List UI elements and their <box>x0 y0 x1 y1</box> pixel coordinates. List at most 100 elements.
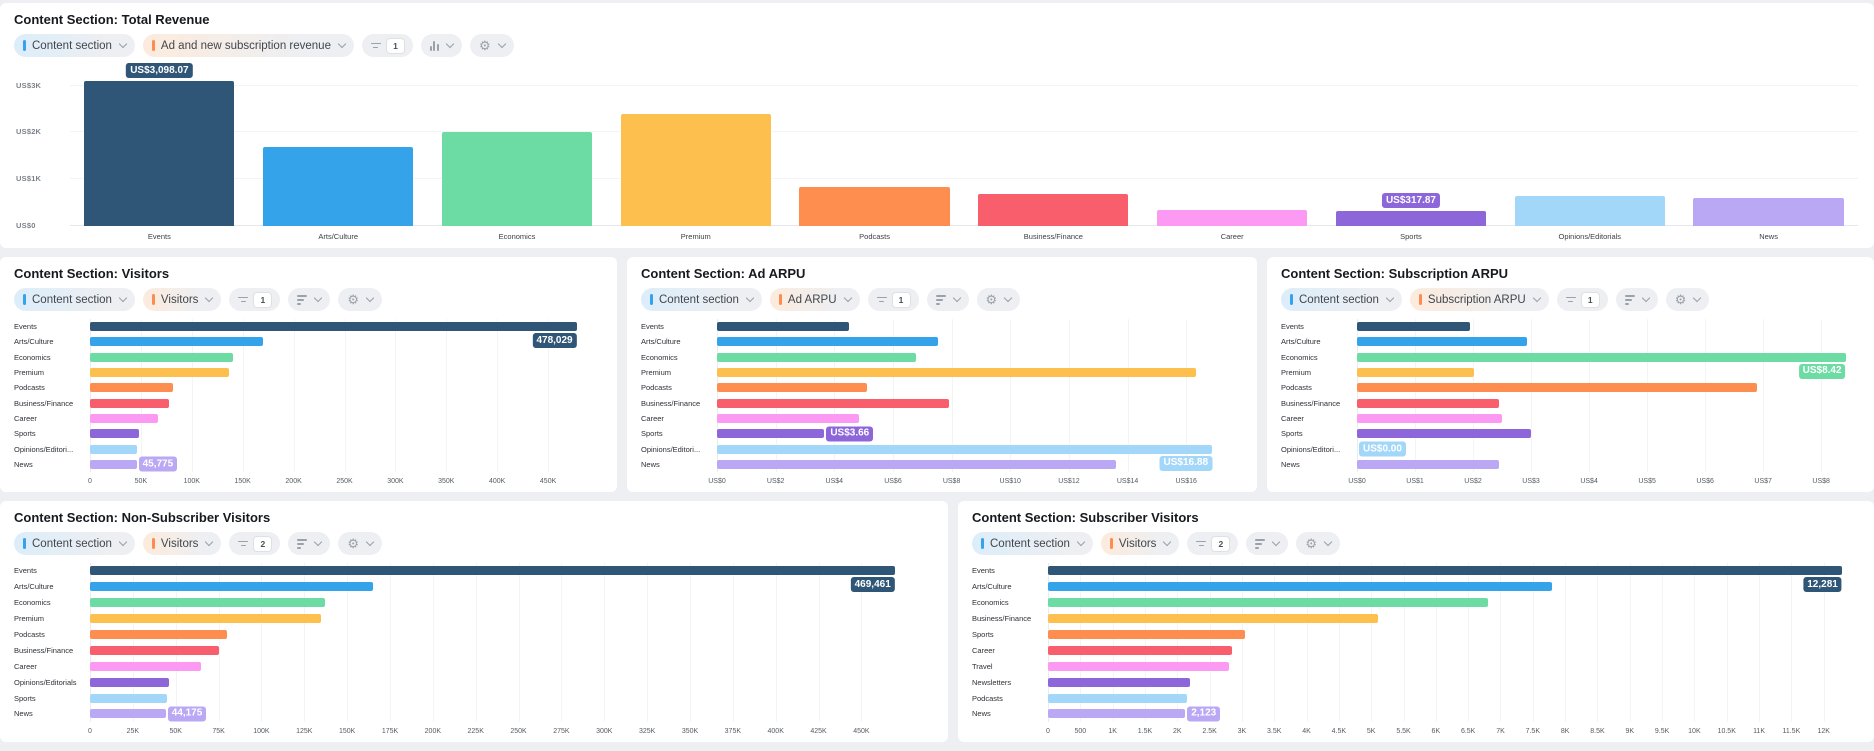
bar-podcasts[interactable] <box>90 630 227 639</box>
dimension-select[interactable]: Content section <box>14 288 135 311</box>
category-label: Economics <box>972 598 1048 607</box>
dimension-select[interactable]: Content section <box>972 532 1093 555</box>
dimension-select[interactable]: Content section <box>14 34 135 57</box>
bar-news[interactable] <box>90 709 166 718</box>
bar-premium[interactable] <box>1357 368 1474 377</box>
measure-select[interactable]: Ad ARPU <box>770 288 860 311</box>
filter-button[interactable]: 1 <box>229 288 280 311</box>
bar-sports[interactable] <box>90 694 167 703</box>
bar-economics[interactable] <box>90 353 233 362</box>
filter-button[interactable]: 1 <box>868 288 919 311</box>
bar-economics[interactable] <box>1357 353 1846 362</box>
bar-premium[interactable] <box>717 368 1196 377</box>
bar-arts-culture[interactable] <box>1048 582 1552 591</box>
bar-economics[interactable] <box>717 353 916 362</box>
dimension-select[interactable]: Content section <box>14 532 135 555</box>
filter-button[interactable]: 2 <box>1187 532 1238 555</box>
bar-travel[interactable] <box>1048 662 1229 671</box>
bar-premium[interactable] <box>90 368 229 377</box>
chevron-down-icon <box>746 294 754 302</box>
chevron-down-icon <box>952 294 960 302</box>
bar-events[interactable] <box>717 322 849 331</box>
bar-arts-culture[interactable] <box>90 582 373 591</box>
bar-news[interactable] <box>90 460 137 469</box>
chart-type-button[interactable] <box>288 532 330 555</box>
bar-sports[interactable] <box>90 429 139 438</box>
measure-select[interactable]: Visitors <box>1101 532 1180 555</box>
dimension-select[interactable]: Content section <box>641 288 762 311</box>
bar-economics[interactable] <box>90 598 325 607</box>
settings-button[interactable]: ⚙ <box>338 288 382 311</box>
bar-opinions-editori[interactable] <box>90 445 137 454</box>
settings-button[interactable]: ⚙ <box>470 34 514 57</box>
bar-track <box>717 383 1239 392</box>
bar-sports[interactable] <box>1357 429 1531 438</box>
bar-business-finance[interactable] <box>90 399 169 408</box>
bar-business-finance[interactable] <box>978 194 1128 226</box>
bar-newsletters[interactable] <box>1048 678 1190 687</box>
bar-news[interactable] <box>1048 709 1185 718</box>
x-axis-tick-label: US$8 <box>1812 478 1830 485</box>
measure-select[interactable]: Visitors <box>143 532 222 555</box>
settings-button[interactable]: ⚙ <box>1296 532 1340 555</box>
bar-business-finance[interactable] <box>1048 614 1378 623</box>
dimension-select[interactable]: Content section <box>1281 288 1402 311</box>
bar-career[interactable] <box>90 662 201 671</box>
bar-arts-culture[interactable] <box>90 337 263 346</box>
bar-podcasts[interactable] <box>1048 694 1187 703</box>
settings-button[interactable]: ⚙ <box>338 532 382 555</box>
value-label: US$16.88 <box>1160 456 1212 471</box>
category-label: News <box>14 460 90 469</box>
bar-sports[interactable] <box>717 429 824 438</box>
bar-sports[interactable] <box>1336 211 1486 226</box>
bar-events[interactable] <box>1048 566 1842 575</box>
gear-icon: ⚙ <box>347 293 359 306</box>
settings-button[interactable]: ⚙ <box>977 288 1021 311</box>
filter-button[interactable]: 1 <box>1557 288 1608 311</box>
bar-events[interactable] <box>90 322 577 331</box>
bar-news[interactable] <box>1693 198 1843 226</box>
bar-news[interactable] <box>1357 460 1499 469</box>
bar-business-finance[interactable] <box>90 646 219 655</box>
bar-career[interactable] <box>1157 210 1307 226</box>
filter-button[interactable]: 1 <box>362 34 413 57</box>
measure-select[interactable]: Ad and new subscription revenue <box>143 34 354 57</box>
bar-sports[interactable] <box>1048 630 1245 639</box>
bar-events[interactable] <box>90 566 895 575</box>
bar-track: 12,281 <box>1048 566 1856 575</box>
bar-opinions-editori[interactable] <box>717 445 1212 454</box>
chart-type-button[interactable] <box>927 288 969 311</box>
settings-button[interactable]: ⚙ <box>1666 288 1710 311</box>
bar-career[interactable] <box>90 414 158 423</box>
bar-business-finance[interactable] <box>1357 399 1499 408</box>
bar-premium[interactable] <box>621 114 771 226</box>
bar-podcasts[interactable] <box>90 383 173 392</box>
bar-business-finance[interactable] <box>717 399 949 408</box>
measure-select[interactable]: Visitors <box>143 288 222 311</box>
filter-button[interactable]: 2 <box>229 532 280 555</box>
bar-arts-culture[interactable] <box>263 147 413 226</box>
bar-opinions-editorials[interactable] <box>1515 196 1665 226</box>
measure-select[interactable]: Subscription ARPU <box>1410 288 1549 311</box>
bar-arts-culture[interactable] <box>717 337 938 346</box>
bar-opinions-editorials[interactable] <box>90 678 169 687</box>
bar-news[interactable] <box>717 460 1116 469</box>
chevron-down-icon <box>366 294 374 302</box>
bar-career[interactable] <box>1357 414 1502 423</box>
bar-economics[interactable] <box>442 132 592 226</box>
bar-podcasts[interactable] <box>1357 383 1757 392</box>
bar-premium[interactable] <box>90 614 321 623</box>
chart-type-button[interactable] <box>288 288 330 311</box>
chart-type-button[interactable] <box>1616 288 1658 311</box>
bar-events[interactable] <box>1357 322 1470 331</box>
bar-career[interactable] <box>717 414 859 423</box>
chart-type-button[interactable] <box>421 34 462 57</box>
bar-podcasts[interactable] <box>799 187 949 226</box>
bar-career[interactable] <box>1048 646 1232 655</box>
dimension-label: Content section <box>990 538 1070 550</box>
bar-arts-culture[interactable] <box>1357 337 1527 346</box>
bar-podcasts[interactable] <box>717 383 867 392</box>
bar-events[interactable] <box>84 81 234 226</box>
chart-type-button[interactable] <box>1246 532 1288 555</box>
bar-economics[interactable] <box>1048 598 1488 607</box>
